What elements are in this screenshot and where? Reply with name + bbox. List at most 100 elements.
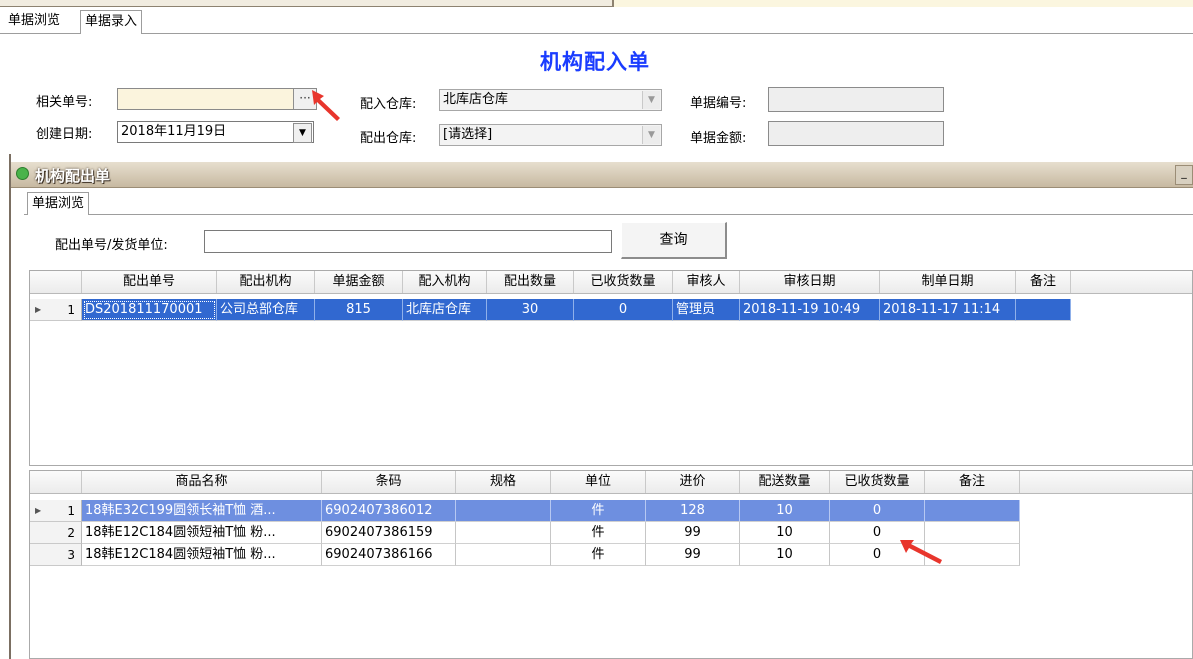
row-number: 2 [67,526,75,540]
column-header[interactable]: 条码 [322,471,456,493]
doc-amount-label: 单据金额: [690,131,747,146]
column-header[interactable]: 已收货数量 [830,471,925,493]
in-warehouse-label: 配入仓库: [360,97,417,112]
search-label: 配出单号/发货单位: [55,238,168,253]
query-button[interactable]: 查询 [621,222,727,259]
doc-no-field [768,87,944,112]
row-number: 1 [67,504,75,518]
top-strip-left [0,0,614,7]
dialog-title: 机构配出单 [35,167,111,185]
cell-price[interactable]: 99 [646,522,740,544]
column-header[interactable]: 制单日期 [880,271,1016,293]
column-header[interactable]: 配出数量 [487,271,574,293]
tab-dialog-browse[interactable]: 单据浏览 [27,192,90,215]
row-number: 1 [67,303,75,317]
cell-unit[interactable]: 件 [551,522,646,544]
column-header[interactable]: 配出单号 [82,271,217,293]
in-warehouse-select[interactable]: 北库店仓库 ▼ [439,89,662,111]
row-header[interactable]: ▶ 1 [30,299,82,321]
row-pointer-icon: ▶ [35,506,42,515]
cell-spec[interactable] [456,500,551,522]
cell-barcode[interactable]: 6902407386159 [322,522,456,544]
form-title: 机构配入单 [540,50,650,74]
column-header[interactable]: 配送数量 [740,471,830,493]
column-header[interactable]: 审核人 [673,271,740,293]
column-header[interactable]: 规格 [456,471,551,493]
tab-browse[interactable]: 单据浏览 [4,10,64,34]
in-warehouse-value: 北库店仓库 [443,92,509,107]
row-header[interactable]: 3 [30,544,82,566]
create-date-picker[interactable]: 2018年11月19日 ▼ [117,121,314,143]
items-grid-header: 商品名称 条码 规格 单位 进价 配送数量 已收货数量 备注 [30,471,1192,494]
cell-amount[interactable]: 815 [315,299,403,321]
cell-create-date[interactable]: 2018-11-17 11:14 [880,299,1016,321]
cell-price[interactable]: 99 [646,544,740,566]
create-date-value: 2018年11月19日 [121,124,227,139]
cell-spec[interactable] [456,522,551,544]
cell-unit[interactable]: 件 [551,500,646,522]
cell-review-date[interactable]: 2018-11-19 10:49 [740,299,880,321]
window-icon [16,167,29,180]
column-header[interactable]: 商品名称 [82,471,322,493]
dialog-titlebar: 机构配出单 _ [11,162,1193,188]
search-input[interactable] [204,230,612,253]
create-date-label: 创建日期: [36,127,93,142]
annotation-arrow-icon [312,90,340,121]
minimize-button[interactable]: _ [1175,165,1193,185]
outer-tab-bar: 单据浏览 单据录入 [0,7,1193,34]
top-strip-right [614,0,1193,7]
row-header[interactable]: ▶ 1 [30,500,82,522]
column-header[interactable]: 备注 [1016,271,1071,293]
header-corner [30,471,82,493]
tab-entry[interactable]: 单据录入 [80,10,143,34]
orders-grid[interactable]: 配出单号 配出机构 单据金额 配入机构 配出数量 已收货数量 审核人 审核日期 … [29,270,1193,466]
cell-remark[interactable] [925,500,1020,522]
cell-barcode[interactable]: 6902407386012 [322,500,456,522]
column-header[interactable]: 配入机构 [403,271,487,293]
orders-grid-header: 配出单号 配出机构 单据金额 配入机构 配出数量 已收货数量 审核人 审核日期 … [30,271,1192,294]
cell-in-org[interactable]: 北库店仓库 [403,299,487,321]
out-warehouse-label: 配出仓库: [360,131,417,146]
cell-ship-qty[interactable]: 10 [740,500,830,522]
chevron-down-icon[interactable]: ▼ [642,126,660,144]
column-header[interactable]: 备注 [925,471,1020,493]
items-grid[interactable]: 商品名称 条码 规格 单位 进价 配送数量 已收货数量 备注 ▶ 1 18韩E3… [29,470,1193,659]
cell-order-no[interactable]: DS201811170001 [82,299,217,321]
cell-product-name[interactable]: 18韩E12C184圆领短袖T恤 粉... [82,544,322,566]
column-header[interactable]: 单据金额 [315,271,403,293]
dialog-tab-bar: 单据浏览 [24,188,1193,215]
cell-out-org[interactable]: 公司总部仓库 [217,299,315,321]
column-header[interactable]: 审核日期 [740,271,880,293]
top-strip [0,0,1193,7]
cell-reviewer[interactable]: 管理员 [673,299,740,321]
cell-price[interactable]: 128 [646,500,740,522]
doc-no-label: 单据编号: [690,96,747,111]
chevron-down-icon[interactable]: ▼ [293,123,312,143]
cell-received-qty[interactable]: 0 [574,299,673,321]
out-warehouse-value: [请选择] [443,127,493,142]
doc-amount-field [768,121,944,146]
column-header[interactable]: 配出机构 [217,271,315,293]
row-pointer-icon: ▶ [35,305,42,314]
out-warehouse-select[interactable]: [请选择] ▼ [439,124,662,146]
column-header[interactable]: 单位 [551,471,646,493]
column-header[interactable]: 进价 [646,471,740,493]
cell-product-name[interactable]: 18韩E32C199圆领长袖T恤 酒... [82,500,322,522]
cell-ship-qty[interactable]: 10 [740,522,830,544]
column-header[interactable]: 已收货数量 [574,271,673,293]
cell-product-name[interactable]: 18韩E12C184圆领短袖T恤 粉... [82,522,322,544]
cell-received-qty[interactable]: 0 [830,500,925,522]
header-corner [30,271,82,293]
cell-out-qty[interactable]: 30 [487,299,574,321]
cell-spec[interactable] [456,544,551,566]
cell-barcode[interactable]: 6902407386166 [322,544,456,566]
row-number: 3 [67,548,75,562]
cell-ship-qty[interactable]: 10 [740,544,830,566]
chevron-down-icon[interactable]: ▼ [642,91,660,109]
cell-unit[interactable]: 件 [551,544,646,566]
annotation-arrow-icon [900,540,942,564]
related-no-label: 相关单号: [36,95,93,110]
related-no-field[interactable]: ··· [117,88,317,110]
cell-remark[interactable] [1016,299,1071,321]
row-header[interactable]: 2 [30,522,82,544]
